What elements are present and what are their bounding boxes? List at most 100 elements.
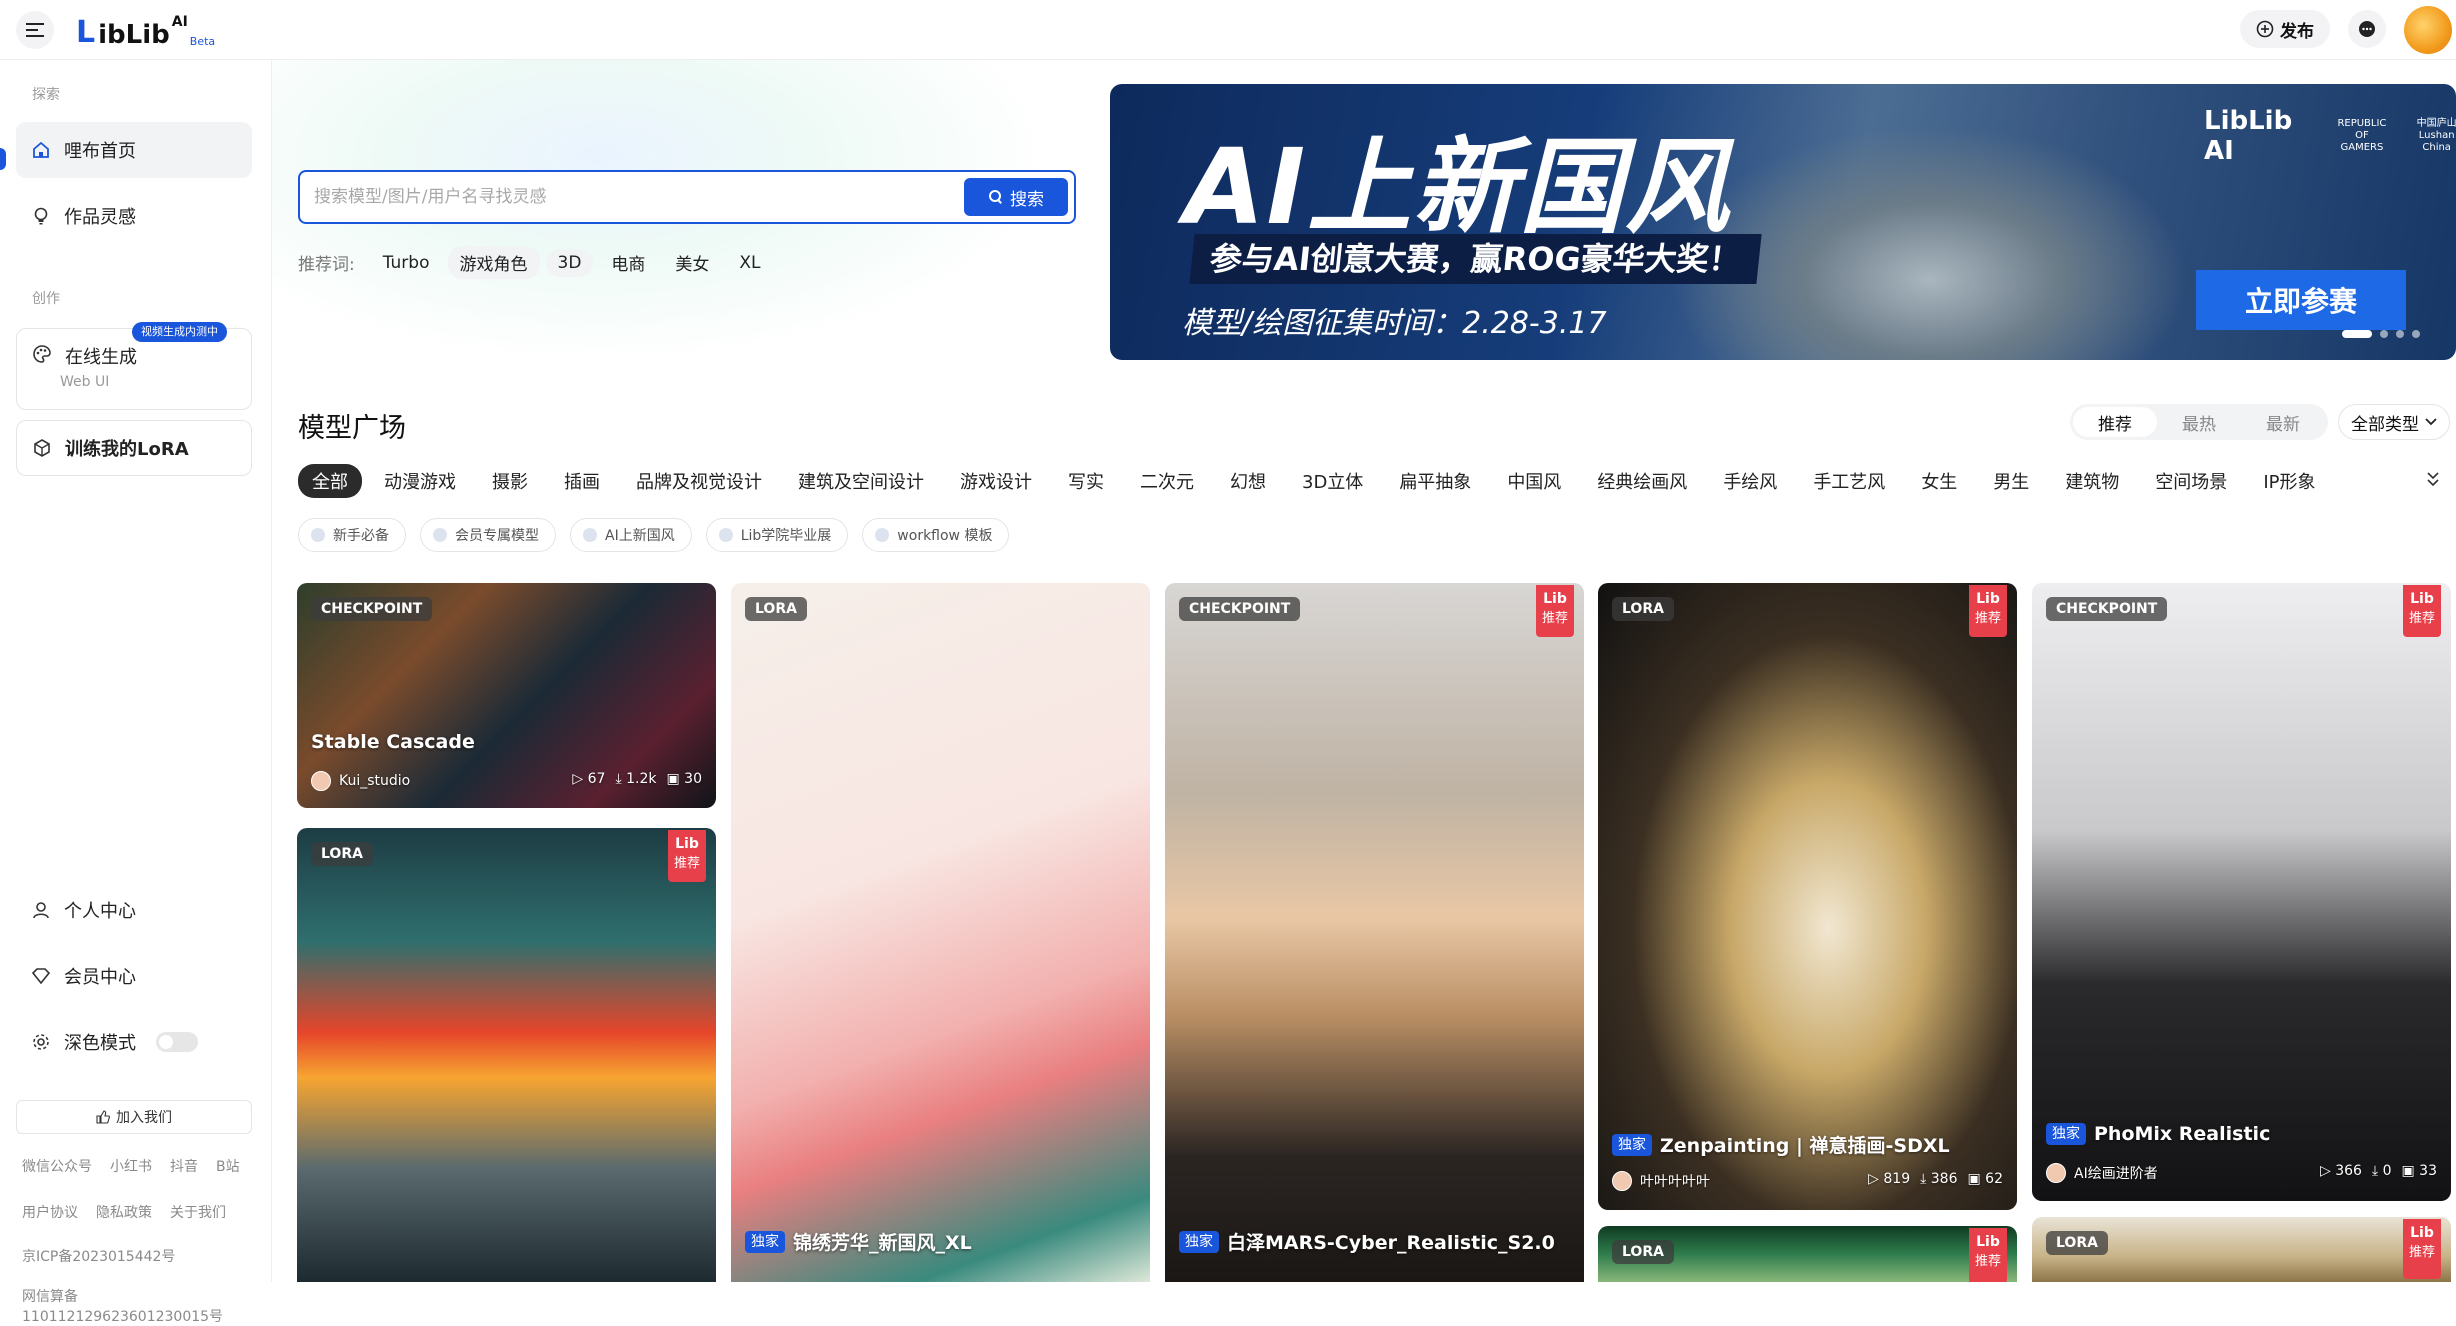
model-author[interactable]: Kui_studio — [311, 771, 410, 791]
link-wechat[interactable]: 微信公众号 — [22, 1156, 92, 1176]
sort-option-hot[interactable]: 最热 — [2157, 407, 2241, 437]
category-tab[interactable]: 扁平抽象 — [1385, 464, 1485, 498]
exclusive-badge: 独家 — [1612, 1133, 1652, 1156]
search-input[interactable] — [314, 184, 914, 210]
topic-chip[interactable]: workflow 模板 — [862, 518, 1010, 552]
exclusive-badge: 独家 — [1179, 1230, 1219, 1253]
category-tab[interactable]: 游戏设计 — [946, 464, 1046, 498]
category-tab[interactable]: 插画 — [550, 464, 614, 498]
palette-icon — [31, 343, 53, 365]
publish-button[interactable]: 发布 — [2240, 10, 2330, 48]
sidebar-item-train-lora[interactable]: 训练我的LoRA — [16, 420, 252, 476]
banner-join-button[interactable]: 立即参赛 — [2196, 270, 2406, 330]
category-tab[interactable]: 幻想 — [1216, 464, 1280, 498]
hot-tag[interactable]: 游戏角色 — [447, 246, 540, 279]
topic-chip[interactable]: AI上新国风 — [570, 518, 692, 552]
lib-badge-bottom: 推荐 — [673, 856, 700, 871]
sidebar-item-dark-mode[interactable]: 深色模式 — [16, 1014, 252, 1070]
author-avatar — [2046, 1163, 2066, 1183]
lib-recommend-badge: Lib 推荐 — [1969, 585, 2007, 637]
banner-liblib-logo: LibLib AI — [2204, 106, 2293, 166]
category-tab[interactable]: 建筑及空间设计 — [784, 464, 938, 498]
topic-chip[interactable]: 会员专属模型 — [420, 518, 556, 552]
model-author[interactable]: AI绘画进阶者 — [2046, 1163, 2158, 1183]
category-tab[interactable]: 3D立体 — [1288, 464, 1377, 498]
hot-tag[interactable]: 3D — [545, 248, 594, 277]
type-select[interactable]: 全部类型 — [2338, 404, 2450, 440]
model-card[interactable]: CHECKPOINT Lib 推荐 独家 PhoMix Realistic AI绘… — [2032, 583, 2451, 1201]
sidebar: 探索 哩布首页 作品灵感 创作 在线生成 视频生成内测中 Web UI 训练我的… — [0, 60, 272, 1325]
sidebar-item-inspiration[interactable]: 作品灵感 — [16, 188, 252, 244]
category-tab[interactable]: 全部 — [298, 464, 362, 498]
link-bilibili[interactable]: B站 — [216, 1156, 240, 1176]
exclusive-badge: 独家 — [2046, 1123, 2086, 1145]
hot-tag[interactable]: 美女 — [663, 246, 721, 279]
link-xiaohongshu[interactable]: 小红书 — [110, 1156, 152, 1176]
hot-tag[interactable]: 电商 — [599, 246, 657, 279]
chip-label: 新手必备 — [333, 528, 389, 544]
category-tab[interactable]: 建筑物 — [2051, 464, 2133, 498]
category-tab[interactable]: IP形象 — [2249, 464, 2329, 498]
liblib-logo[interactable]: L ibLib AI Beta — [76, 10, 215, 50]
model-card[interactable]: LORA Lib 推荐 独家 Zenpainting | 禅意插画-SDXL 叶叶… — [1598, 583, 2017, 1210]
chevron-down-icon — [2427, 472, 2439, 487]
category-tab[interactable]: 品牌及视觉设计 — [622, 464, 776, 498]
sort-option-recommended[interactable]: 推荐 — [2073, 407, 2157, 437]
lightbulb-icon — [30, 205, 52, 227]
model-card[interactable]: LORA 独家 锦绣芳华_新国风_XL — [731, 583, 1150, 1282]
menu-button[interactable] — [16, 11, 54, 49]
category-tab[interactable]: 手工艺风 — [1799, 464, 1899, 498]
category-tab[interactable]: 经典绘画风 — [1583, 464, 1701, 498]
cube-icon — [31, 437, 53, 459]
model-card[interactable]: LORA Lib 推荐 — [2032, 1217, 2451, 1282]
banner-dot[interactable] — [2412, 330, 2420, 338]
banner-dot[interactable] — [2380, 330, 2388, 338]
dark-mode-toggle[interactable] — [156, 1032, 198, 1052]
chip-icon — [433, 528, 447, 542]
run-count: ▷ 819 — [1868, 1171, 1911, 1187]
search-button[interactable]: 搜索 — [964, 178, 1068, 216]
sidebar-item-profile[interactable]: 个人中心 — [16, 882, 252, 938]
lib-recommend-badge: Lib 推荐 — [2403, 1219, 2441, 1279]
join-us-button[interactable]: 加入我们 — [16, 1100, 252, 1134]
model-card[interactable]: LORA Lib 推荐 — [1598, 1226, 2017, 1282]
category-tab[interactable]: 手绘风 — [1709, 464, 1791, 498]
chip-label: AI上新国风 — [605, 528, 675, 544]
category-tab[interactable]: 二次元 — [1126, 464, 1208, 498]
category-tab[interactable]: 空间场景 — [2141, 464, 2241, 498]
banner-sponsor-logos: LibLib AI REPUBLIC OF GAMERS 中国庐山 Lushan… — [2204, 106, 2456, 166]
model-stats: ▷ 366 ⤓ 0 ▣ 33 — [2320, 1163, 2437, 1179]
model-author[interactable]: 叶叶叶叶叶 — [1612, 1171, 1710, 1191]
link-about[interactable]: 关于我们 — [170, 1202, 226, 1222]
messages-button[interactable] — [2348, 10, 2386, 48]
user-avatar[interactable] — [2404, 6, 2452, 54]
model-card[interactable]: CHECKPOINT Stable Cascade Kui_studio ▷ 6… — [297, 583, 716, 808]
icp-number[interactable]: 京ICP备2023015442号 — [22, 1246, 175, 1266]
category-tab[interactable]: 动漫游戏 — [370, 464, 470, 498]
category-tab[interactable]: 男生 — [1979, 464, 2043, 498]
category-tab[interactable]: 写实 — [1054, 464, 1118, 498]
model-type-tag: LORA — [1612, 1240, 1674, 1264]
model-card[interactable]: CHECKPOINT Lib 推荐 独家 白泽MARS-Cyber_Realist… — [1165, 583, 1584, 1282]
sidebar-item-home[interactable]: 哩布首页 — [16, 122, 252, 178]
link-douyin[interactable]: 抖音 — [170, 1156, 198, 1176]
link-privacy[interactable]: 隐私政策 — [96, 1202, 152, 1222]
lib-recommend-badge: Lib 推荐 — [2403, 585, 2441, 637]
category-tab[interactable]: 摄影 — [478, 464, 542, 498]
topic-chip[interactable]: Lib学院毕业展 — [705, 518, 849, 552]
model-card[interactable]: LORA Lib 推荐 — [297, 828, 716, 1282]
category-tab[interactable]: 中国风 — [1493, 464, 1575, 498]
image-count-value: 30 — [684, 771, 702, 787]
sort-option-new[interactable]: 最新 — [2241, 407, 2325, 437]
link-user-agreement[interactable]: 用户协议 — [22, 1202, 78, 1222]
hot-tag[interactable]: Turbo — [371, 249, 442, 277]
banner-dot[interactable] — [2342, 330, 2372, 338]
category-expand-button[interactable] — [2426, 470, 2440, 492]
promo-banner[interactable]: AI上新国风 参与AI创意大赛，赢ROG豪华大奖！ 模型/绘图征集时间：2.28… — [1110, 84, 2456, 360]
topic-chip[interactable]: 新手必备 — [298, 518, 406, 552]
category-tab[interactable]: 女生 — [1907, 464, 1971, 498]
lib-badge-bottom: 推荐 — [1974, 1254, 2001, 1269]
banner-dot[interactable] — [2396, 330, 2404, 338]
hot-tag[interactable]: XL — [727, 249, 772, 277]
sidebar-item-membership[interactable]: 会员中心 — [16, 948, 252, 1004]
